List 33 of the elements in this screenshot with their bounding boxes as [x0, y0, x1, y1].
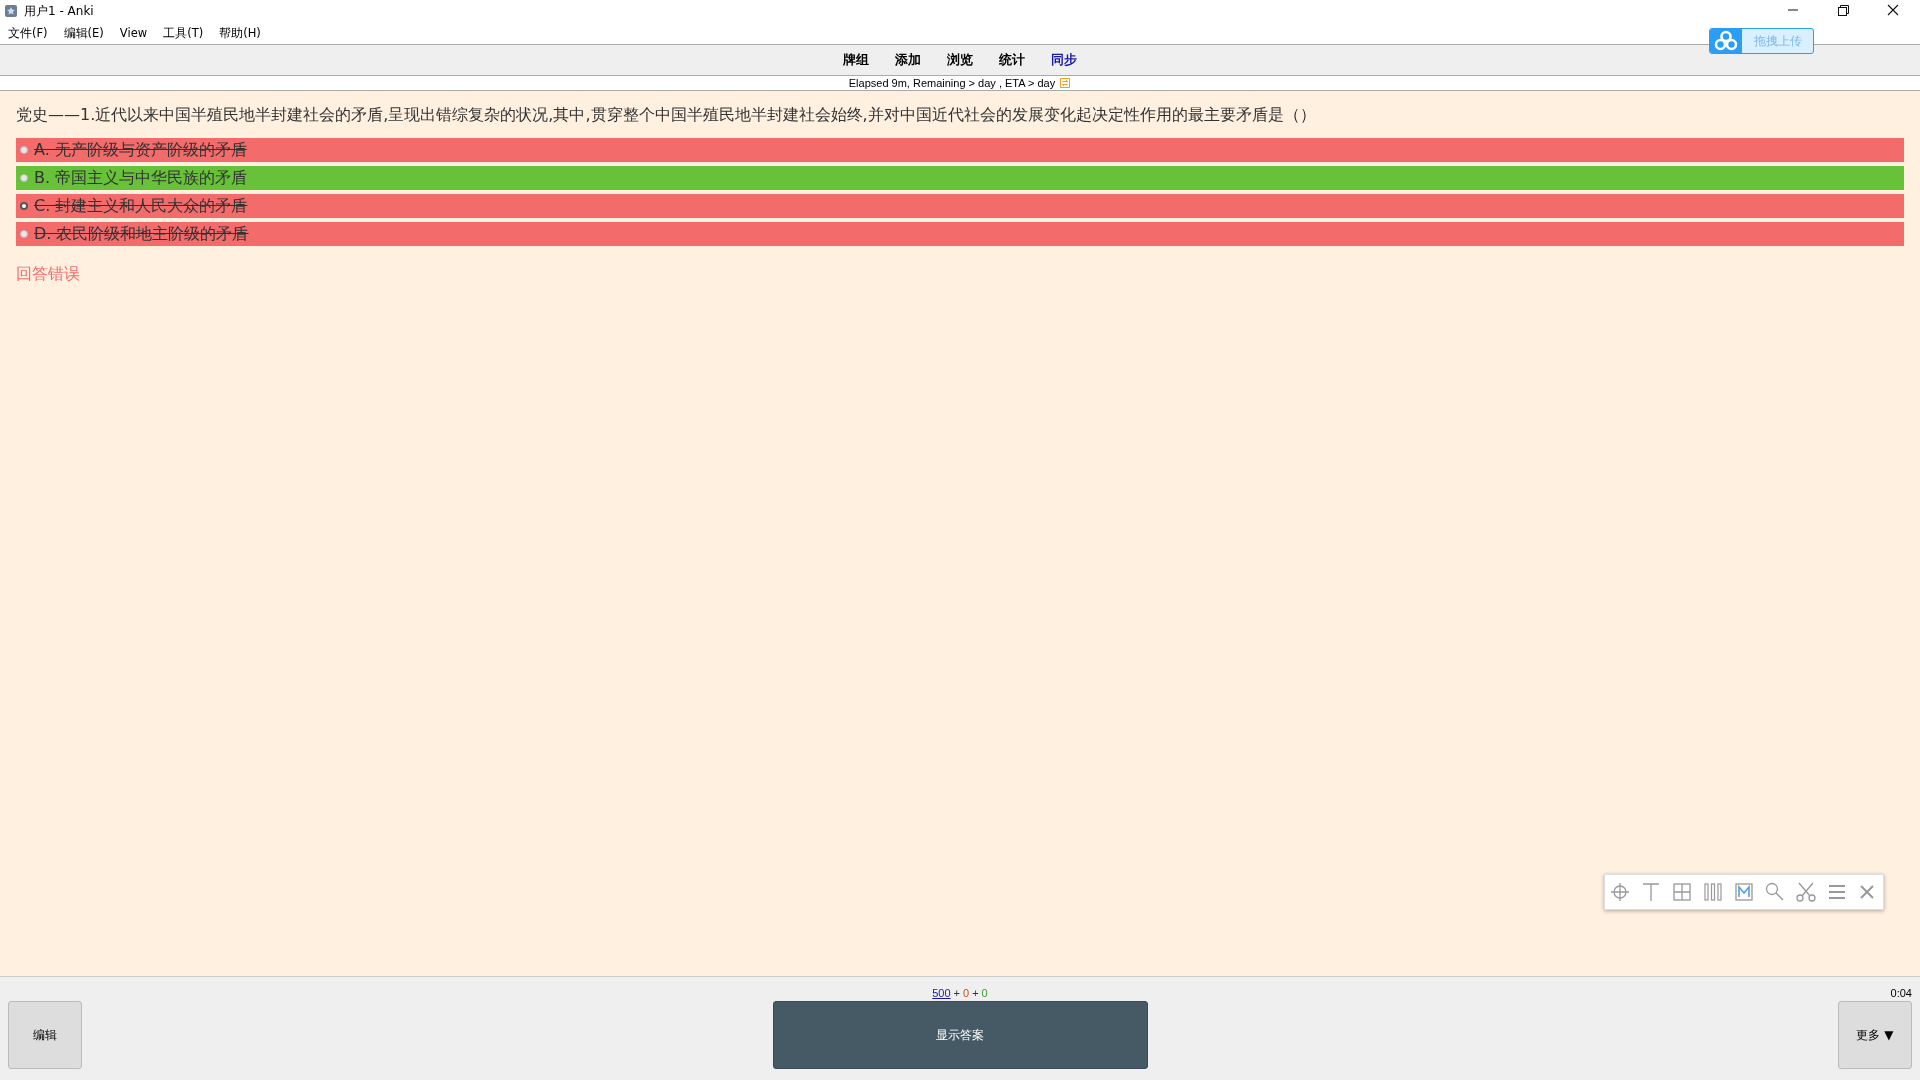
- toolbar-link[interactable]: 添加: [895, 51, 921, 69]
- separator-text: +: [972, 987, 979, 999]
- count-text: 0: [963, 987, 970, 999]
- answer-option[interactable]: C. 封建主义和人民大众的矛盾: [16, 194, 1904, 218]
- answer-option[interactable]: D. 农民阶级和地主阶级的矛盾: [16, 222, 1904, 246]
- separator-text: +: [953, 987, 961, 999]
- toolbar-link[interactable]: 浏览: [947, 51, 973, 69]
- radio-button[interactable]: [20, 202, 28, 210]
- menu-item[interactable]: 编辑(E): [63, 25, 104, 41]
- radio-button[interactable]: [20, 230, 28, 238]
- result-text: 回答错误: [16, 264, 81, 285]
- timer-text: 0:04: [1890, 986, 1912, 1001]
- toolbar-link[interactable]: 统计: [999, 51, 1025, 69]
- count-text: 500: [932, 987, 951, 999]
- radio-button[interactable]: [20, 174, 28, 182]
- answer-option[interactable]: B. 帝国主义与中华民族的矛盾: [16, 166, 1904, 190]
- menu-item[interactable]: 工具(T): [163, 25, 204, 41]
- menu-item[interactable]: View: [119, 26, 148, 40]
- progress-text: Elapsed 9m, Remaining > day , ETA > day: [848, 77, 1056, 89]
- more-button[interactable]: 更多 ▼: [1838, 1001, 1912, 1069]
- radio-button[interactable]: [20, 146, 28, 154]
- window-title: 用户1 - Anki: [24, 2, 94, 20]
- toolbar-link[interactable]: 同步: [1051, 51, 1077, 69]
- answer-option[interactable]: A. 无产阶级与资产阶级的矛盾: [16, 138, 1904, 162]
- menu-item[interactable]: 帮助(H): [219, 25, 261, 41]
- app-icon: [4, 4, 18, 18]
- edit-button[interactable]: 编辑: [8, 1001, 82, 1069]
- question-text: 党史——1.近代以来中国半殖民地半封建社会的矛盾,呈现出错综复杂的状况,其中,贯穿整个中国半殖民地半封建社会始终,并对中国近代社会的发展变化起决定性作用的最主要矛盾是（）: [16, 105, 1317, 126]
- scissors-icon[interactable]: [1793, 880, 1818, 904]
- show-answer-button[interactable]: 显示答案: [772, 1001, 1148, 1069]
- menu-item[interactable]: 文件(F): [8, 25, 48, 41]
- toolbar-link[interactable]: 牌组: [843, 51, 869, 69]
- count-text: 0: [981, 987, 988, 999]
